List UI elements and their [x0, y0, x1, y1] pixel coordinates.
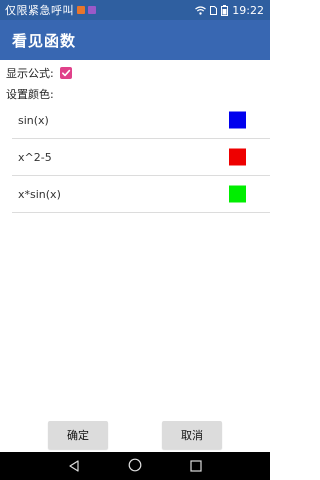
notification-icon-1: [77, 6, 85, 14]
function-item[interactable]: sin(x): [12, 102, 270, 139]
navigation-bar: [0, 452, 270, 480]
content-area: 显示公式: 设置颜色: sin(x) x^2-5 x*sin(x): [0, 60, 270, 420]
app-bar: 看见函数: [0, 20, 270, 60]
function-label: x*sin(x): [18, 187, 61, 201]
show-formula-checkbox[interactable]: [59, 67, 72, 79]
status-right: 19:22: [195, 4, 270, 17]
sim-icon: [210, 5, 218, 15]
function-item[interactable]: x*sin(x): [12, 176, 270, 213]
function-label: sin(x): [18, 113, 49, 127]
function-label: x^2-5: [18, 150, 52, 164]
status-bar: 仅限紧急呼叫 19:22: [0, 0, 270, 20]
color-swatch[interactable]: [229, 111, 246, 129]
recents-icon[interactable]: [190, 457, 202, 476]
notification-icon-2: [88, 6, 96, 14]
color-swatch[interactable]: [229, 185, 246, 203]
back-icon[interactable]: [68, 457, 80, 476]
show-formula-label: 显示公式:: [6, 67, 54, 80]
ok-button[interactable]: 确定: [48, 421, 108, 449]
function-item[interactable]: x^2-5: [12, 139, 270, 176]
carrier-text: 仅限紧急呼叫: [5, 4, 74, 17]
color-setting-label: 设置颜色:: [6, 88, 54, 101]
home-icon[interactable]: [128, 457, 142, 476]
battery-icon: [221, 4, 229, 16]
clock-text: 19:22: [232, 3, 264, 17]
app-title: 看见函数: [12, 31, 77, 50]
status-left: 仅限紧急呼叫: [0, 2, 96, 18]
cancel-button[interactable]: 取消: [162, 421, 222, 449]
function-list: sin(x) x^2-5 x*sin(x): [12, 102, 270, 213]
checkmark-icon: [61, 69, 70, 77]
wifi-icon: [195, 5, 207, 15]
show-formula-row: 显示公式:: [6, 65, 72, 81]
color-swatch[interactable]: [229, 148, 246, 166]
